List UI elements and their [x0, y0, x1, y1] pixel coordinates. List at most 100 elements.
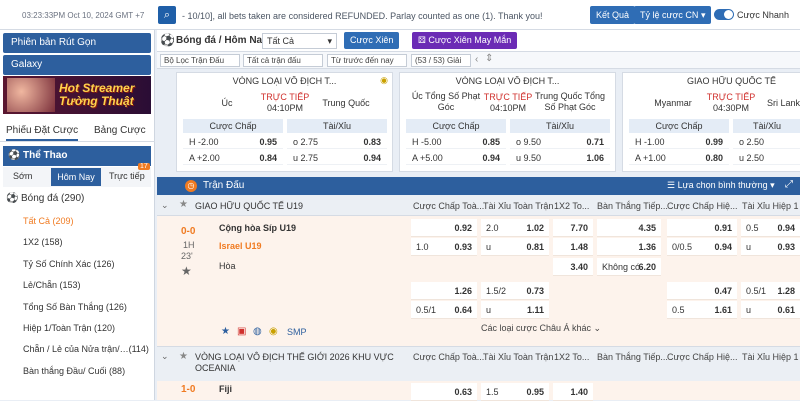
compact-version-button[interactable]: Phiên bản Rút Gọn: [3, 33, 151, 53]
tab-early[interactable]: Sớm: [13, 171, 32, 181]
column-header: Cược Chấp Toà...: [413, 352, 485, 362]
tracker-icon[interactable]: ◍: [253, 326, 262, 337]
odds-cell[interactable]: u 1.11: [481, 301, 549, 319]
expand-icon[interactable]: ⤢: [785, 179, 793, 190]
odds-cell[interactable]: 0.5 0.94: [741, 219, 800, 237]
odds-cell[interactable]: 0.5 1.61: [667, 301, 737, 319]
ou-line: u 2.50: [739, 153, 765, 163]
page-title: Bóng đá / Hôm Nay: [176, 35, 268, 46]
odds-cell[interactable]: H -5.00 0.85: [406, 135, 506, 149]
coin-icon[interactable]: ◉: [269, 326, 278, 337]
collapse-chevron-icon[interactable]: ⌄: [161, 200, 169, 211]
odds-cell[interactable]: 0.47: [667, 282, 737, 300]
sidebar-item-first-last-goal[interactable]: Bàn thắng Đầu/ Cuối (88): [3, 361, 155, 381]
odds-cell[interactable]: u 0.93: [741, 238, 800, 256]
tab-live[interactable]: Trực tiếp: [109, 171, 145, 181]
smp-link[interactable]: SMP: [287, 327, 307, 337]
all-matches-select[interactable]: Tất cả trận đấu: [243, 54, 323, 67]
odds-cell[interactable]: u 2.75 0.94: [287, 151, 387, 165]
favorite-star-icon[interactable]: ★: [181, 264, 192, 278]
league-select[interactable]: (53 / 53) Giải: [411, 54, 471, 67]
live-card[interactable]: VÒNG LOẠI VÔ ĐỊCH T... Úc Tổng Số Phạt G…: [399, 72, 616, 172]
odds-type-select[interactable]: Tỷ lệ cược CN ▾: [634, 6, 712, 24]
sidebar-item-correct-score[interactable]: Tỷ Số Chính Xác (126): [3, 254, 155, 274]
favorite-star-icon[interactable]: ★: [179, 351, 188, 362]
ou-line: u: [746, 242, 752, 252]
sidebar-item-odd-even[interactable]: Lẻ/Chẵn (153): [3, 275, 155, 295]
category-select[interactable]: Tất Cả ▾: [262, 33, 337, 49]
odds-cell[interactable]: A +1.00 0.80: [629, 151, 729, 165]
sidebar-item-soccer[interactable]: ⚽ Bóng đá (290): [3, 189, 155, 209]
odds-value: 0.95: [259, 137, 277, 147]
sidebar-item-total-goals[interactable]: Tổng Số Bàn Thắng (126): [3, 297, 155, 317]
sport-header[interactable]: ⚽ Thể Thao: [3, 146, 151, 166]
live-stream-icon[interactable]: ▣: [237, 326, 246, 337]
coin-icon[interactable]: ◉: [380, 75, 388, 86]
odds-cell[interactable]: o 9.50 0.71: [510, 135, 610, 149]
sidebar-item-1x2[interactable]: 1X2 (158): [3, 232, 155, 252]
live-count-badge: 17: [138, 163, 150, 170]
odds-cell[interactable]: 0.91: [667, 219, 737, 237]
stats-icon[interactable]: ★: [221, 326, 230, 337]
odds-cell[interactable]: Không có 6.20: [597, 258, 661, 276]
lucky-parlay-button[interactable]: ⚄ Cược Xiên May Mắn: [412, 32, 518, 49]
odds-cell[interactable]: 1.48: [553, 238, 593, 256]
odds-cell[interactable]: 3.40: [553, 258, 593, 276]
results-button[interactable]: Kết Quả: [590, 6, 636, 24]
live-label: TRỰC TIẾP: [483, 92, 533, 102]
odds-cell[interactable]: H -1.00 0.99: [629, 135, 729, 149]
odds-cell[interactable]: 0.5/1 1.28: [741, 282, 800, 300]
tab-bet-slip[interactable]: Phiếu Đặt Cược: [6, 125, 79, 141]
odds-cell[interactable]: 0/0.5 0.94: [667, 238, 737, 256]
odds-cell[interactable]: u 0.81: [481, 238, 549, 256]
parlay-button[interactable]: Cược Xiên: [344, 32, 400, 49]
odds-cell[interactable]: u 0.61: [741, 301, 800, 319]
league-header-row[interactable]: ⌄ ★ GIAO HỮU QUỐC TẾ U19 Cược Chấp Toà..…: [157, 196, 800, 216]
odds-cell[interactable]: 0.63: [411, 383, 477, 401]
match-filter-select[interactable]: Bộ Lọc Trận Đấu: [160, 54, 240, 67]
handicap-header: Cược Chấp: [629, 119, 729, 133]
time-range-select[interactable]: Từ trước đến nay: [327, 54, 407, 67]
quick-bet-toggle[interactable]: [714, 9, 734, 20]
search-icon[interactable]: ⌕: [158, 6, 176, 24]
handicap-line: 0/0.5: [672, 242, 693, 252]
live-card[interactable]: GIAO HỮU QUỐC TẾ Myanmar TRỰC TIẾP 04:30…: [622, 72, 800, 172]
league-header-row[interactable]: ⌄ ★ VÒNG LOẠI VÔ ĐỊCH THẾ GIỚI 2026 KHU …: [157, 346, 800, 386]
odds-cell[interactable]: u 9.50 1.06: [510, 151, 610, 165]
galaxy-button[interactable]: Galaxy: [3, 55, 151, 75]
ou-line: 2.0: [486, 223, 499, 233]
live-card[interactable]: VÒNG LOẠI VÔ ĐỊCH T... ◉ Úc TRỰC TIẾP 04…: [176, 72, 393, 172]
odds-cell[interactable]: 1.40: [553, 383, 593, 401]
tab-bet-table[interactable]: Bảng Cược: [94, 125, 146, 136]
sidebar-item-ht-ft[interactable]: Hiệp 1/Toàn Trận (120): [3, 318, 155, 338]
odds-cell[interactable]: 1.5 0.95: [481, 383, 549, 401]
chevron-left-icon[interactable]: ‹: [475, 54, 478, 65]
clock-icon: ◷: [185, 180, 197, 192]
odds-cell[interactable]: u 2.50: [733, 151, 800, 165]
odds-cell[interactable]: 0.5/1 0.64: [411, 301, 477, 319]
odds-cell[interactable]: 1.5/2 0.73: [481, 282, 549, 300]
odds-cell[interactable]: H -2.00 0.95: [183, 135, 283, 149]
sidebar-item-all[interactable]: Tất Cả (209): [3, 211, 155, 231]
sort-select[interactable]: ☰ Lựa chọn bình thường ▾: [667, 180, 775, 191]
odds-cell[interactable]: A +5.00 0.94: [406, 151, 506, 165]
soccer-ball-icon: ⚽: [160, 33, 175, 47]
odds-cell[interactable]: 1.26: [411, 282, 477, 300]
sidebar-item-half-odd-even[interactable]: Chẵn / Lẻ của Nửa trận/…(114): [3, 339, 155, 359]
odds-cell[interactable]: 7.70: [553, 219, 593, 237]
hot-streamer-banner[interactable]: Hot Streamer Tường Thuật: [3, 76, 151, 114]
tab-today[interactable]: Hôm Nay: [51, 168, 101, 186]
odds-cell[interactable]: 0.92: [411, 219, 477, 237]
soccer-ball-icon: ⚽: [8, 150, 21, 161]
collapse-icon[interactable]: ⇕: [485, 53, 493, 64]
collapse-chevron-icon[interactable]: ⌄: [161, 351, 169, 362]
odds-cell[interactable]: 4.35: [597, 219, 661, 237]
more-bets-link[interactable]: Các loại cược Châu Á khác ⌄: [481, 323, 601, 334]
odds-cell[interactable]: o 2.50: [733, 135, 800, 149]
favorite-star-icon[interactable]: ★: [179, 199, 188, 210]
odds-cell[interactable]: o 2.75 0.83: [287, 135, 387, 149]
odds-cell[interactable]: 1.0 0.93: [411, 238, 477, 256]
odds-cell[interactable]: A +2.00 0.84: [183, 151, 283, 165]
odds-cell[interactable]: 2.0 1.02: [481, 219, 549, 237]
odds-cell[interactable]: 1.36: [597, 238, 661, 256]
